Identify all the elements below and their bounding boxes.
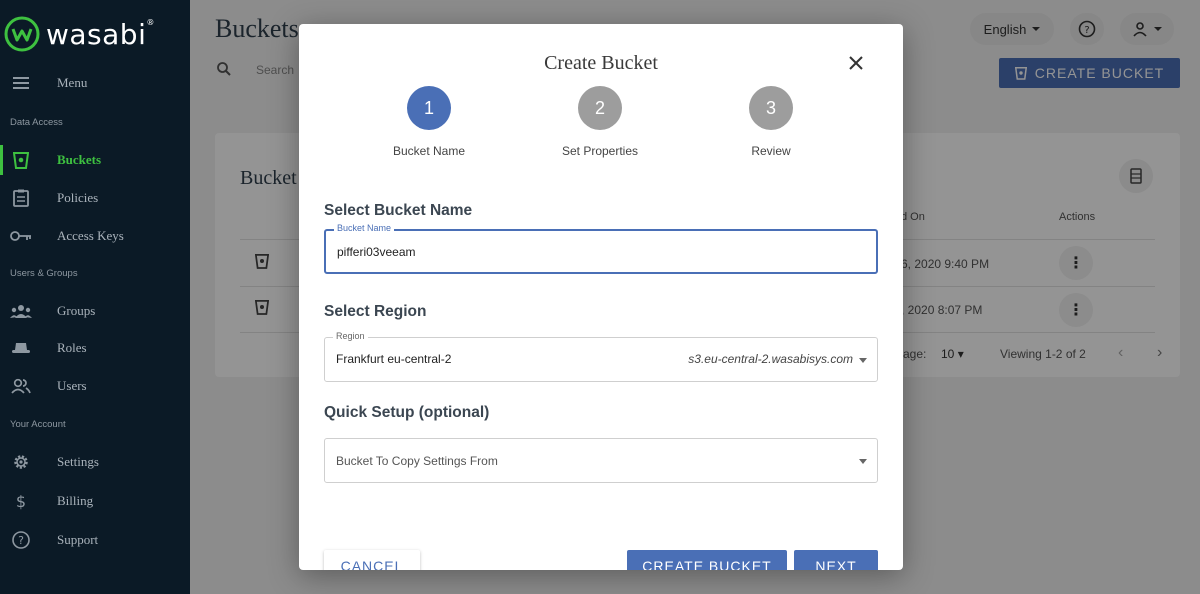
group-icon [10,300,32,322]
sidebar-item-label: Users [57,378,87,393]
sidebar: wasabi® Menu Data Access Buckets Policie… [0,0,190,594]
bucket-name-label: Bucket Name [334,223,395,233]
sidebar-item-users[interactable]: Users [0,367,190,405]
create-bucket-dialog: Create Bucket 1 Bucket Name 2 Set Proper… [299,24,903,570]
next-button[interactable]: NEXT [794,550,878,570]
help-circle-icon: ? [10,529,32,551]
bucket-icon [10,149,32,171]
chevron-down-icon [859,459,867,464]
copy-settings-placeholder: Bucket To Copy Settings From [336,454,498,468]
svg-text:?: ? [18,534,24,547]
region-endpoint: s3.eu-central-2.wasabisys.com [688,352,853,366]
menu-toggle[interactable]: Menu [0,64,190,102]
dollar-icon: $ [15,491,27,511]
hat-icon [10,337,32,359]
step-number: 2 [578,86,622,130]
gear-icon [10,451,32,473]
step-number: 3 [749,86,793,130]
logo-wordmark: wasabi® [46,17,155,51]
hamburger-icon [10,72,32,94]
wasabi-logo-icon [4,16,40,52]
clipboard-icon [10,187,32,209]
sidebar-item-label: Settings [57,454,99,469]
close-button[interactable] [845,52,867,74]
region-select[interactable]: Region Frankfurt eu-central-2 s3.eu-cent… [324,331,878,382]
section-users-groups: Users & Groups [10,268,78,279]
step-review: 3 Review [701,86,841,158]
bucket-name-input[interactable]: pifferi03veeam [337,245,416,259]
step-bucket-name: 1 Bucket Name [359,86,499,158]
step-set-properties: 2 Set Properties [530,86,670,158]
key-icon [10,225,32,247]
region-heading: Select Region [324,303,427,320]
step-label: Bucket Name [392,144,466,158]
sidebar-item-roles[interactable]: Roles [0,329,190,367]
region-value: Frankfurt eu-central-2 [336,352,452,366]
menu-label: Menu [57,75,88,90]
section-your-account: Your Account [10,419,66,430]
sidebar-item-label: Access Keys [57,228,124,243]
sidebar-item-billing[interactable]: $ Billing [0,482,190,520]
dialog-title: Create Bucket [544,52,658,74]
sidebar-item-support[interactable]: ? Support [0,521,190,559]
step-number: 1 [407,86,451,130]
close-icon [849,56,863,70]
bucket-name-field[interactable]: Bucket Name pifferi03veeam [324,223,878,274]
bucket-name-heading: Select Bucket Name [324,202,473,219]
step-label: Set Properties [561,144,639,158]
sidebar-item-buckets[interactable]: Buckets [0,141,190,179]
sidebar-item-settings[interactable]: Settings [0,443,190,481]
sidebar-item-access-keys[interactable]: Access Keys [0,217,190,255]
region-label: Region [333,331,368,341]
sidebar-item-label: Buckets [57,152,102,167]
sidebar-item-label: Roles [57,340,87,355]
users-icon [10,375,32,397]
sidebar-item-label: Support [57,532,99,547]
cancel-button[interactable]: CANCEL [324,550,420,570]
sidebar-item-label: Groups [57,303,96,318]
create-bucket-button[interactable]: CREATE BUCKET [627,550,787,570]
section-data-access: Data Access [10,117,63,128]
chevron-down-icon [859,358,867,363]
sidebar-item-label: Billing [57,493,94,508]
sidebar-item-policies[interactable]: Policies [0,179,190,217]
sidebar-item-label: Policies [57,190,99,205]
sidebar-item-groups[interactable]: Groups [0,292,190,330]
wasabi-logo[interactable]: wasabi® [4,14,155,54]
step-label: Review [751,144,791,158]
quick-setup-heading: Quick Setup (optional) [324,404,490,421]
copy-settings-select[interactable]: Bucket To Copy Settings From [324,438,878,483]
